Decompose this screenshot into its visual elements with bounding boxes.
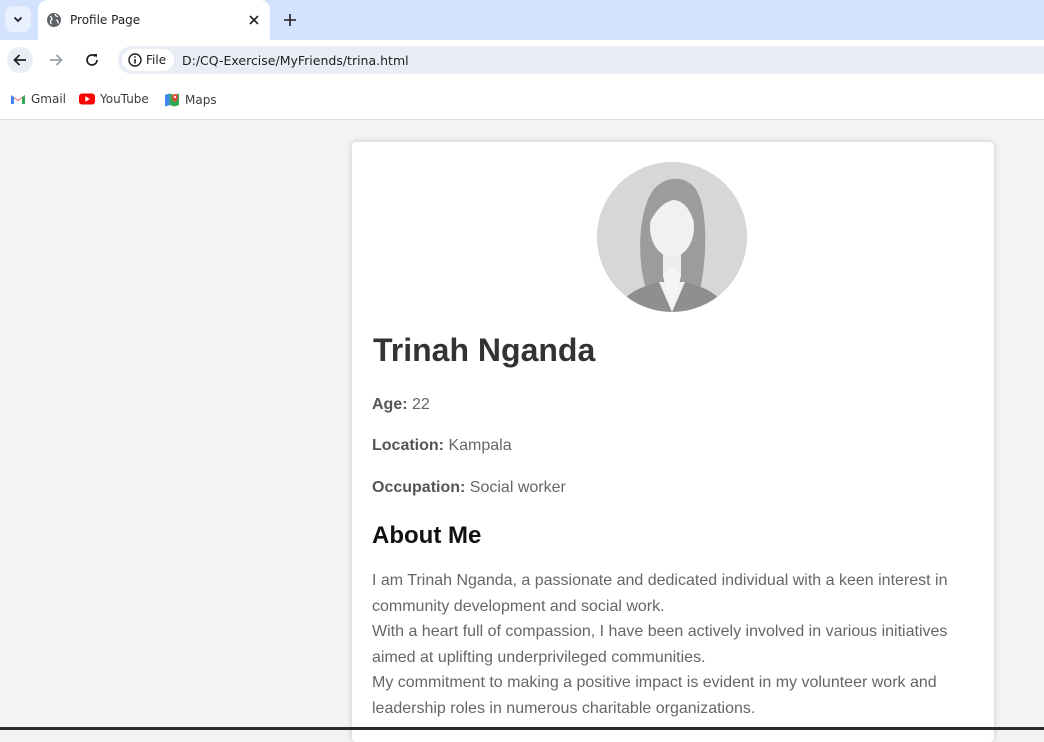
globe-icon: [47, 13, 61, 27]
site-info-label: File: [146, 53, 167, 67]
location-label: Location:: [372, 437, 444, 454]
address-bar[interactable]: File D:/CQ-Exercise/MyFriends/trina.html: [118, 46, 1044, 74]
bookmark-label: YouTube: [100, 92, 149, 106]
close-icon[interactable]: [246, 12, 262, 28]
about-line: aimed at uplifting underprivileged commu…: [372, 648, 706, 666]
profile-name: Trinah Nganda: [373, 332, 596, 368]
tab-profile-page[interactable]: Profile Page: [38, 0, 270, 40]
new-tab-plus-icon[interactable]: [280, 10, 300, 30]
occupation-label: Occupation:: [372, 479, 466, 496]
page-viewport: Trinah Nganda Age: 22 Location: Kampala …: [0, 121, 1044, 742]
reload-icon: [86, 54, 98, 66]
browser-toolbar: File D:/CQ-Exercise/MyFriends/trina.html: [0, 40, 1044, 80]
chevron-down-icon: [13, 16, 23, 23]
bookmark-youtube[interactable]: YouTube: [79, 92, 149, 106]
about-paragraph-2: With a heart full of compassion, I have …: [372, 619, 972, 670]
back-arrow-icon: [13, 54, 26, 66]
about-line: I am Trinah Nganda, a passionate and ded…: [372, 572, 948, 589]
forward-button[interactable]: [43, 47, 69, 73]
reload-button[interactable]: [79, 47, 105, 73]
occupation-row: Occupation: Social worker: [372, 479, 566, 497]
tab-strip: Profile Page: [0, 0, 1044, 40]
bookmark-label: Maps: [185, 93, 217, 107]
about-line: leadership roles in numerous charitable …: [372, 699, 756, 717]
bookmark-maps[interactable]: Maps: [164, 92, 217, 108]
about-line: My commitment to making a positive impac…: [372, 674, 937, 691]
gmail-icon: [11, 95, 25, 104]
about-heading: About Me: [372, 522, 482, 549]
bookmark-label: Gmail: [31, 92, 67, 106]
avatar: [597, 162, 747, 312]
about-line: community development and social work.: [372, 597, 665, 615]
location-value: Kampala: [448, 437, 512, 454]
maps-icon: [165, 93, 179, 107]
bookmarks-bar: Gmail YouTube Maps: [0, 80, 1044, 120]
tab-title: Profile Page: [70, 13, 141, 27]
age-label: Age:: [372, 396, 408, 413]
person-silhouette-icon: [597, 162, 747, 312]
youtube-icon: [79, 93, 95, 105]
occupation-value: Social worker: [469, 479, 566, 496]
age-row: Age: 22: [372, 396, 430, 414]
location-row: Location: Kampala: [372, 437, 512, 455]
about-line: With a heart full of compassion, I have …: [372, 623, 948, 640]
about-paragraph-3: My commitment to making a positive impac…: [372, 670, 972, 721]
forward-arrow-icon: [50, 54, 63, 66]
url-text[interactable]: D:/CQ-Exercise/MyFriends/trina.html: [182, 53, 409, 68]
age-value: 22: [412, 396, 430, 413]
back-button[interactable]: [7, 47, 33, 73]
tab-search-button[interactable]: [5, 6, 31, 32]
profile-card: Trinah Nganda Age: 22 Location: Kampala …: [352, 142, 994, 742]
bookmark-gmail[interactable]: Gmail: [10, 92, 66, 106]
site-info-chip[interactable]: File: [122, 49, 175, 71]
about-paragraph-1: I am Trinah Nganda, a passionate and ded…: [372, 568, 972, 619]
info-icon: [128, 53, 142, 67]
